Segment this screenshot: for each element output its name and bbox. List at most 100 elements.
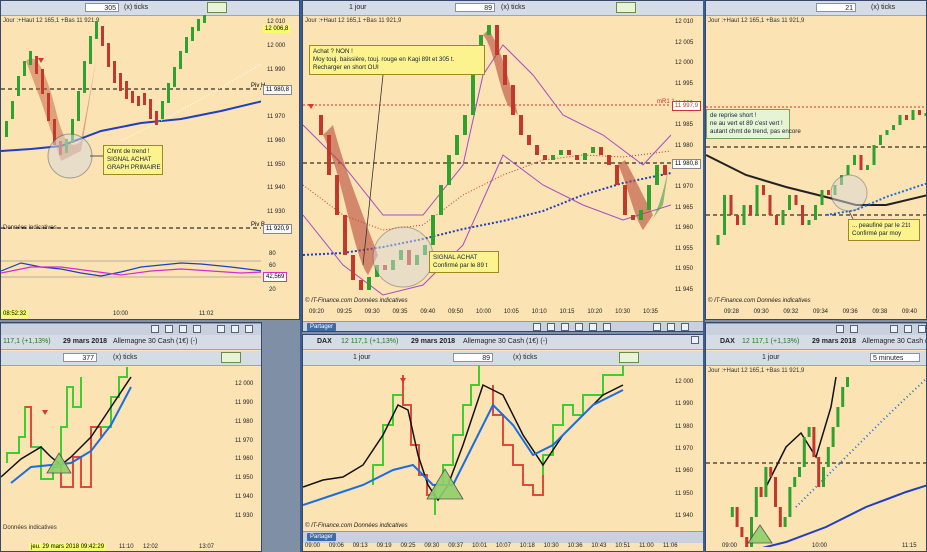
x-tick: 13:07 bbox=[199, 544, 215, 550]
tool-button[interactable] bbox=[165, 325, 173, 333]
tool-button[interactable] bbox=[589, 323, 597, 331]
y-tick: 11 965 bbox=[675, 204, 693, 211]
candle bbox=[775, 215, 778, 225]
panel-actions: Partager bbox=[303, 531, 703, 543]
panel-divider[interactable] bbox=[300, 0, 302, 552]
candle bbox=[343, 215, 347, 255]
candle bbox=[615, 165, 619, 185]
candle bbox=[898, 115, 902, 125]
zoom-in-button[interactable] bbox=[890, 325, 898, 333]
candle bbox=[807, 220, 811, 225]
period-select[interactable]: 1 jour bbox=[349, 3, 367, 12]
tool-button[interactable] bbox=[850, 325, 858, 333]
y-tick: 11 970 bbox=[267, 114, 285, 120]
tool-button[interactable] bbox=[151, 325, 159, 333]
ticks-input[interactable]: 89 bbox=[455, 3, 495, 12]
candle bbox=[918, 110, 921, 115]
tool-button[interactable] bbox=[547, 323, 555, 331]
tool-button[interactable] bbox=[603, 323, 611, 331]
candle bbox=[905, 115, 908, 120]
ticks-unit-select[interactable]: (x) ticks bbox=[871, 3, 895, 12]
zoom-out-button[interactable] bbox=[904, 325, 912, 333]
x-tick: 09:36 bbox=[842, 309, 858, 315]
tool-button[interactable] bbox=[575, 323, 583, 331]
chart-panel-3: 21 (x) ticks Jour :+Haut 12 165,1 +Bas 1… bbox=[705, 0, 927, 320]
annotation-buy-no: Achat ? NON ! Moy touj. baissière, touj.… bbox=[309, 45, 485, 75]
candle bbox=[801, 205, 804, 225]
chart-type-icon[interactable] bbox=[616, 2, 636, 13]
date-label: 29 mars 2018 bbox=[63, 338, 107, 345]
x-tick: 09:40 bbox=[902, 309, 918, 315]
candle bbox=[335, 175, 339, 215]
candle bbox=[471, 75, 475, 115]
close-button[interactable] bbox=[691, 336, 699, 344]
ticks-input[interactable]: 89 bbox=[453, 353, 493, 362]
symbol-label[interactable]: DAX bbox=[317, 337, 332, 346]
kagi-plot bbox=[303, 365, 624, 515]
candle bbox=[798, 467, 801, 477]
y-tick: 20 bbox=[269, 287, 276, 293]
x-tick: 10:18 bbox=[519, 543, 535, 549]
zoom-in-button[interactable] bbox=[653, 323, 661, 331]
x-tick: 10:01 bbox=[472, 543, 488, 549]
candle bbox=[655, 165, 659, 185]
candle bbox=[735, 507, 739, 527]
chart-type-icon[interactable] bbox=[619, 352, 639, 363]
ticks-unit-select[interactable]: (x) ticks bbox=[513, 353, 537, 362]
x-tick: 09:28 bbox=[724, 309, 740, 315]
tool-button[interactable] bbox=[836, 325, 844, 333]
ticks-unit-select[interactable]: (x) ticks bbox=[501, 3, 525, 12]
candle bbox=[783, 517, 787, 527]
x-tick: 10:15 bbox=[559, 309, 575, 315]
candle bbox=[519, 115, 523, 135]
period-5min-select[interactable]: 5 minutes bbox=[870, 353, 920, 362]
zoom-out-button[interactable] bbox=[231, 325, 239, 333]
candle bbox=[817, 457, 821, 487]
candle bbox=[788, 487, 792, 517]
date-label: 29 mars 2018 bbox=[812, 338, 856, 345]
zoom-out-button[interactable] bbox=[667, 323, 675, 331]
ticks-input[interactable]: 21 bbox=[816, 3, 856, 12]
chart-panel-1: 305 (x) ticks Jour :+Haut 12 165,1 +Bas … bbox=[0, 0, 300, 320]
date-label: 29 mars 2018 bbox=[411, 338, 455, 345]
candle bbox=[591, 147, 595, 153]
candle bbox=[535, 145, 539, 155]
x-tick: 10:05 bbox=[503, 309, 519, 315]
tool-button[interactable] bbox=[193, 325, 201, 333]
chart-panel-4: 117,1 (+1,13%) 29 mars 2018 Allemagne 30… bbox=[0, 322, 262, 552]
itf-footer: © IT-Finance.com Données indicatives bbox=[305, 298, 408, 304]
candle bbox=[583, 153, 587, 160]
period-select[interactable]: 1 jour bbox=[353, 353, 371, 362]
x-tick: 09:37 bbox=[448, 543, 464, 549]
x-tick: 10:00 bbox=[113, 311, 129, 317]
candle bbox=[892, 125, 895, 130]
panel-toolbar: 1 jour 89 (x) ticks bbox=[303, 1, 703, 16]
candle bbox=[455, 135, 459, 155]
piv-b-tag: 11 920,9 bbox=[263, 224, 292, 234]
panel-divider[interactable] bbox=[703, 0, 705, 552]
y-tick: 11 980 bbox=[675, 142, 693, 149]
quote-label: 12 117,1 (+1,13%) bbox=[341, 338, 399, 345]
share-button[interactable]: Partager bbox=[307, 323, 337, 331]
chart-type-icon[interactable] bbox=[221, 352, 241, 363]
share-button[interactable]: Partager bbox=[307, 533, 337, 541]
x-tick: 10:00 bbox=[476, 309, 492, 315]
period-select[interactable]: 1 jour bbox=[762, 353, 780, 362]
candle bbox=[567, 150, 571, 155]
ticks-unit-select[interactable]: (x) ticks bbox=[113, 353, 137, 362]
settings-button[interactable] bbox=[245, 325, 253, 333]
candle bbox=[736, 215, 739, 225]
x-tick: 09:20 bbox=[309, 309, 325, 315]
tool-button[interactable] bbox=[533, 323, 541, 331]
tool-button[interactable] bbox=[561, 323, 569, 331]
tool-button[interactable] bbox=[179, 325, 187, 333]
x-tick: 09:30 bbox=[753, 309, 769, 315]
settings-button[interactable] bbox=[918, 325, 926, 333]
zoom-in-button[interactable] bbox=[217, 325, 225, 333]
ticks-input[interactable]: 377 bbox=[63, 353, 97, 362]
y-tick: 11 990 bbox=[675, 401, 693, 408]
y-tick: 11 990 bbox=[267, 66, 285, 73]
settings-button[interactable] bbox=[681, 323, 689, 331]
symbol-label[interactable]: DAX bbox=[720, 337, 735, 346]
candle bbox=[631, 215, 635, 220]
